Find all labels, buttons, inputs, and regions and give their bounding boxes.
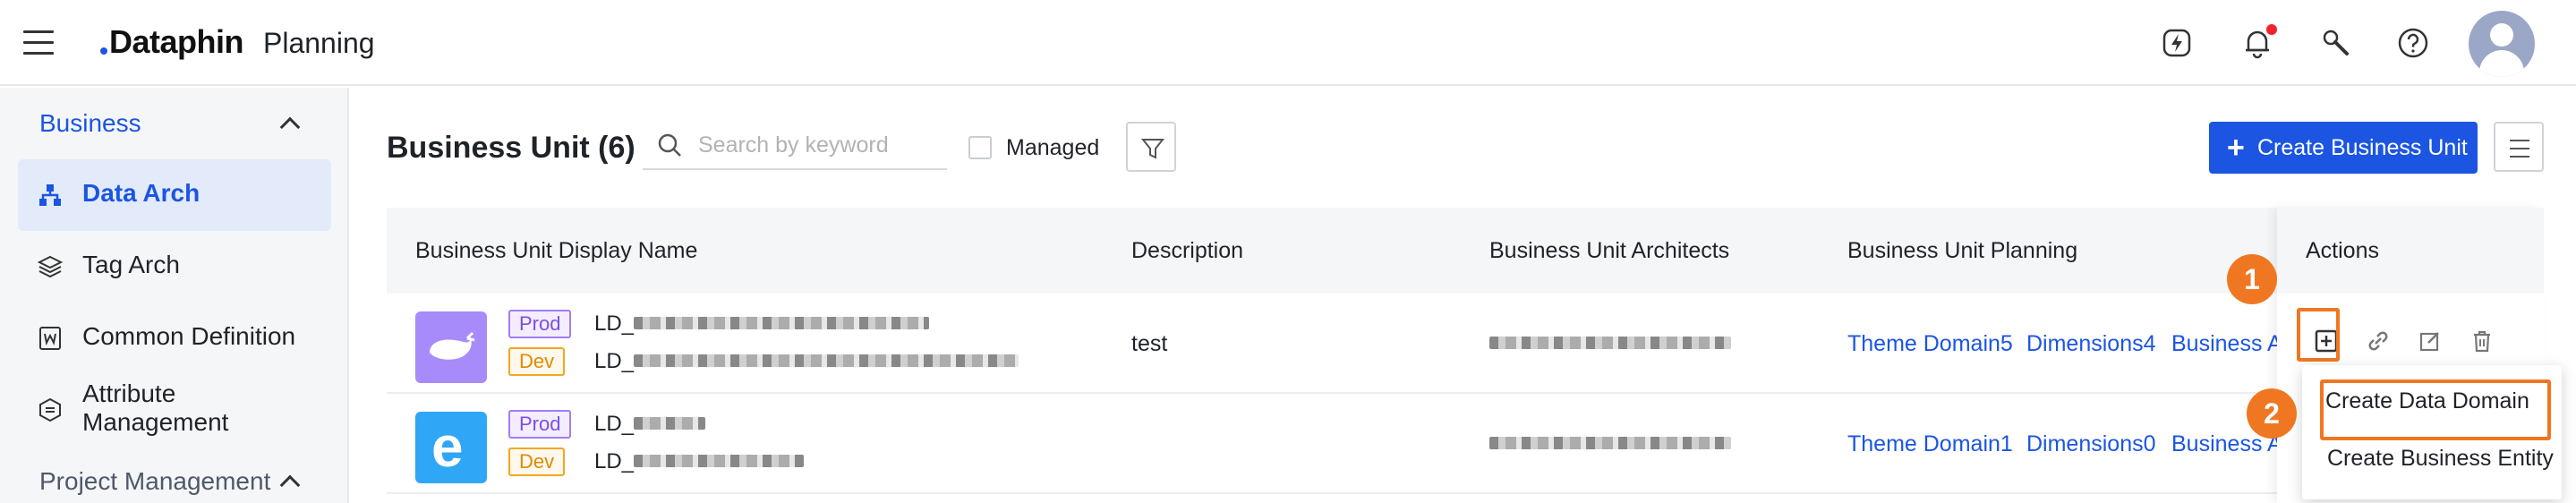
- dev-name: LD_: [594, 449, 635, 473]
- managed-checkbox[interactable]: [968, 136, 992, 159]
- redacted-architects: [1489, 337, 1731, 349]
- lightning-icon[interactable]: [2159, 25, 2195, 61]
- business-entity-link[interactable]: Business A: [2171, 331, 2282, 357]
- managed-label: Managed: [1006, 135, 1100, 160]
- delete-icon[interactable]: [2469, 328, 2495, 354]
- sidebar-item-label: Common Definition: [82, 322, 296, 350]
- sidebar-item-common-definition[interactable]: Common Definition: [18, 303, 331, 374]
- search-box[interactable]: [643, 120, 947, 170]
- sidebar-item-label: Attribute Management: [82, 379, 229, 436]
- dev-badge: Dev: [508, 347, 566, 376]
- sidebar-group-project-management[interactable]: Project Management: [39, 467, 270, 496]
- search-icon: [658, 133, 681, 157]
- dev-badge: Dev: [508, 448, 566, 476]
- dimensions-link[interactable]: Dimensions0: [2026, 431, 2156, 457]
- hexagon-list-icon: [39, 397, 61, 422]
- avatar[interactable]: [2469, 11, 2535, 77]
- sidebar-group-business[interactable]: Business: [39, 109, 141, 138]
- dimensions-link[interactable]: Dimensions4: [2026, 331, 2156, 357]
- plus-icon: +: [2227, 131, 2245, 165]
- highlight-box-create-data-domain: [2320, 379, 2551, 440]
- redacted-text: [634, 417, 705, 430]
- whale-icon: [430, 331, 475, 360]
- sidebar-item-attribute-management[interactable]: Attribute Management: [18, 374, 331, 446]
- sidebar-item-tag-arch[interactable]: Tag Arch: [18, 231, 331, 303]
- business-unit-thumbnail: [415, 311, 487, 383]
- link-icon[interactable]: [2365, 328, 2392, 354]
- prod-badge: Prod: [508, 310, 572, 338]
- prod-badge: Prod: [508, 410, 572, 439]
- thumbnail-letter: e: [431, 414, 464, 479]
- redacted-architects: [1489, 437, 1731, 449]
- highlight-box-add: [2297, 308, 2340, 362]
- column-header: Description: [1131, 238, 1244, 263]
- table-row[interactable]: e Prod Dev LD_ LD_ Theme Domain1 Dimensi…: [387, 394, 2544, 494]
- column-header: Business Unit Architects: [1489, 238, 1730, 263]
- sidebar-item-label: Tag Arch: [82, 251, 180, 278]
- dev-name: LD_: [594, 349, 635, 373]
- top-bar: Dataphin Planning: [0, 0, 2576, 86]
- prod-name: LD_: [594, 311, 635, 336]
- business-unit-thumbnail: e: [415, 412, 487, 483]
- create-business-unit-button[interactable]: + Create Business Unit: [2209, 122, 2478, 174]
- word-doc-icon: [39, 327, 61, 350]
- table-row[interactable]: Prod Dev LD_ LD_ test Theme Domain5 Dime…: [387, 294, 2544, 394]
- filter-button[interactable]: [1126, 122, 1176, 172]
- notification-dot: [2266, 24, 2277, 35]
- logo: Dataphin: [100, 23, 244, 61]
- redacted-text: [634, 455, 804, 467]
- search-input[interactable]: [698, 131, 931, 159]
- table-header: Business Unit Display Name Description B…: [387, 208, 2544, 294]
- sidebar-item-label: Data Arch: [82, 179, 200, 207]
- redacted-text: [634, 354, 1019, 367]
- edit-icon[interactable]: [2417, 328, 2444, 354]
- help-icon[interactable]: [2395, 25, 2431, 61]
- step-marker-1: 1: [2227, 254, 2277, 304]
- hamburger-icon[interactable]: [23, 30, 54, 55]
- menu-item-create-business-entity[interactable]: Create Business Entity: [2327, 446, 2554, 472]
- chevron-up-icon[interactable]: [279, 116, 301, 138]
- list-view-button[interactable]: [2494, 122, 2544, 172]
- chevron-up-icon[interactable]: [279, 474, 301, 496]
- app-name: Planning: [263, 27, 375, 59]
- prod-name: LD_: [594, 412, 635, 436]
- theme-domain-link[interactable]: Theme Domain5: [1847, 331, 2013, 357]
- redacted-text: [634, 317, 929, 329]
- column-header: Business Unit Planning: [1847, 238, 2078, 263]
- page-title: Business Unit (6): [387, 131, 635, 165]
- wrench-icon[interactable]: [2318, 25, 2354, 61]
- column-header: Business Unit Display Name: [415, 238, 698, 263]
- step-marker-2: 2: [2247, 388, 2297, 439]
- hierarchy-icon: [39, 184, 61, 206]
- theme-domain-link[interactable]: Theme Domain1: [1847, 431, 2013, 457]
- sidebar-item-data-arch[interactable]: Data Arch: [18, 159, 331, 231]
- layers-icon: [38, 255, 63, 278]
- sidebar: Business Data Arch Tag Arch Common Defin…: [0, 88, 349, 503]
- description: test: [1131, 331, 1168, 356]
- filter-icon: [1140, 139, 1165, 159]
- actions-header: Actions: [2277, 208, 2544, 294]
